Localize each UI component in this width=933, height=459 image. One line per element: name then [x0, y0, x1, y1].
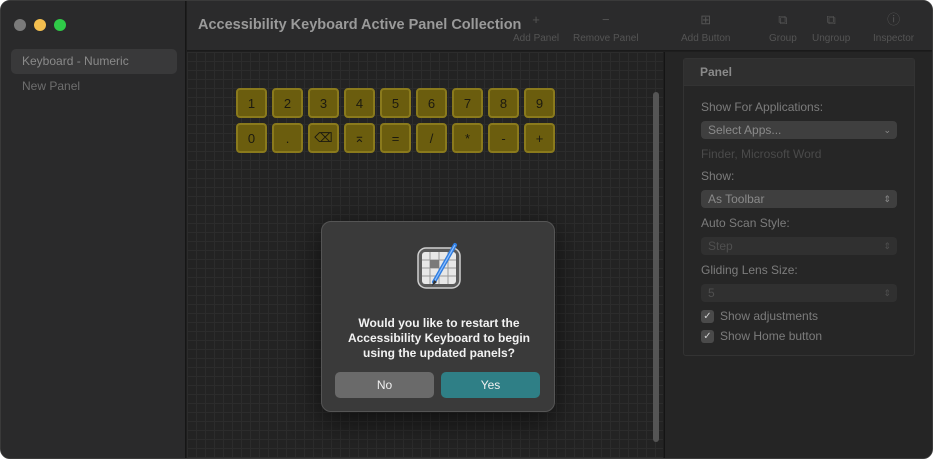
updown-chevron-icon: ⇕: [883, 194, 891, 204]
panel-settings-box: Panel Show For Applications: Select Apps…: [683, 58, 915, 356]
dialog-message: Would you like to restart the Accessibil…: [347, 316, 531, 360]
key-button[interactable]: /: [416, 123, 447, 153]
show-home-label: Show Home button: [720, 329, 823, 343]
key-button[interactable]: *: [452, 123, 483, 153]
key-button[interactable]: 3: [308, 88, 339, 118]
info-icon: ⓘ: [887, 12, 901, 27]
show-adjustments-label: Show adjustments: [720, 309, 819, 323]
group-icon: ⧉: [778, 12, 788, 27]
auto-scan-dropdown[interactable]: Step ⇕: [701, 237, 897, 255]
delete-key[interactable]: ⌫: [308, 123, 339, 153]
minus-icon: −: [602, 12, 610, 27]
chevron-down-icon: ⌄: [883, 125, 891, 135]
remove-panel-label: Remove Panel: [573, 33, 639, 44]
key-button[interactable]: -: [488, 123, 519, 153]
show-label: Show:: [701, 169, 735, 183]
show-home-checkbox-row[interactable]: ✓ Show Home button: [701, 329, 822, 343]
gliding-lens-dropdown[interactable]: 5 ⇕: [701, 284, 897, 302]
auto-scan-value: Step: [708, 239, 733, 253]
auto-scan-label: Auto Scan Style:: [701, 216, 790, 230]
group-button[interactable]: ⧉ Group: [769, 11, 797, 44]
inspector-pane: Panel Show For Applications: Select Apps…: [664, 52, 932, 458]
gliding-lens-label: Gliding Lens Size:: [701, 263, 798, 277]
add-panel-button[interactable]: + Add Panel: [513, 11, 559, 44]
key-button[interactable]: 0: [236, 123, 267, 153]
plus-icon: +: [532, 12, 540, 27]
show-for-apps-label: Show For Applications:: [701, 100, 824, 114]
ungroup-button[interactable]: ⧉ Ungroup: [812, 11, 850, 44]
maximize-window-button[interactable]: [54, 19, 66, 31]
key-button[interactable]: 4: [344, 88, 375, 118]
toolbar: Accessibility Keyboard Active Panel Coll…: [187, 1, 932, 51]
panel-header: Panel: [684, 59, 914, 86]
key-button[interactable]: 2: [272, 88, 303, 118]
updown-chevron-icon: ⇕: [883, 288, 891, 298]
no-button[interactable]: No: [335, 372, 434, 398]
key-button[interactable]: .: [272, 123, 303, 153]
app-window: Keyboard - Numeric New Panel Accessibili…: [0, 0, 933, 459]
canvas-scrollbar[interactable]: [653, 92, 659, 442]
yes-button[interactable]: Yes: [441, 372, 540, 398]
show-adjustments-checkbox-row[interactable]: ✓ Show adjustments: [701, 309, 818, 323]
ungroup-icon: ⧉: [826, 12, 836, 27]
remove-panel-button[interactable]: − Remove Panel: [573, 11, 639, 44]
restart-dialog: Would you like to restart the Accessibil…: [321, 221, 555, 412]
add-button-icon: ⊞: [700, 12, 712, 27]
key-button[interactable]: 9: [524, 88, 555, 118]
show-dropdown[interactable]: As Toolbar ⇕: [701, 190, 897, 208]
select-apps-dropdown[interactable]: Select Apps... ⌄: [701, 121, 897, 139]
sidebar-item-new-panel[interactable]: New Panel: [11, 74, 177, 99]
add-panel-label: Add Panel: [513, 33, 560, 44]
checkbox-checked-icon[interactable]: ✓: [701, 309, 714, 323]
add-button-label: Add Button: [681, 33, 731, 44]
key-row-1: 1 2 3 4 5 6 7 8 9: [236, 88, 555, 118]
key-button[interactable]: 1: [236, 88, 267, 118]
key-button[interactable]: +: [524, 123, 555, 153]
sidebar: Keyboard - Numeric New Panel: [1, 1, 186, 458]
gliding-lens-value: 5: [708, 286, 715, 300]
key-button[interactable]: 8: [488, 88, 519, 118]
ungroup-label: Ungroup: [812, 33, 851, 44]
key-button[interactable]: 6: [416, 88, 447, 118]
add-button-button[interactable]: ⊞ Add Button: [681, 11, 730, 44]
updown-chevron-icon: ⇕: [883, 241, 891, 251]
window-controls: [14, 19, 66, 31]
key-button[interactable]: 7: [452, 88, 483, 118]
key-button[interactable]: 5: [380, 88, 411, 118]
group-label: Group: [769, 33, 797, 44]
return-key[interactable]: ⌅: [344, 123, 375, 153]
apps-hint: Finder, Microsoft Word: [701, 147, 822, 161]
close-window-button[interactable]: [14, 19, 26, 31]
inspector-label: Inspector: [873, 33, 915, 44]
window-title: Accessibility Keyboard Active Panel Coll…: [198, 17, 522, 33]
keyboard-panel[interactable]: 1 2 3 4 5 6 7 8 9 0 . ⌫ ⌅ = / * - +: [236, 88, 555, 158]
sidebar-item-keyboard-numeric[interactable]: Keyboard - Numeric: [11, 49, 177, 74]
select-apps-value: Select Apps...: [708, 123, 782, 137]
show-value: As Toolbar: [708, 192, 765, 206]
key-row-2: 0 . ⌫ ⌅ = / * - +: [236, 123, 555, 153]
minimize-window-button[interactable]: [34, 19, 46, 31]
accessibility-keyboard-app-icon: [417, 243, 461, 289]
key-button[interactable]: =: [380, 123, 411, 153]
panel-list: Keyboard - Numeric New Panel: [11, 49, 177, 99]
inspector-button[interactable]: ⓘ Inspector: [873, 11, 914, 44]
checkbox-checked-icon[interactable]: ✓: [701, 329, 714, 343]
